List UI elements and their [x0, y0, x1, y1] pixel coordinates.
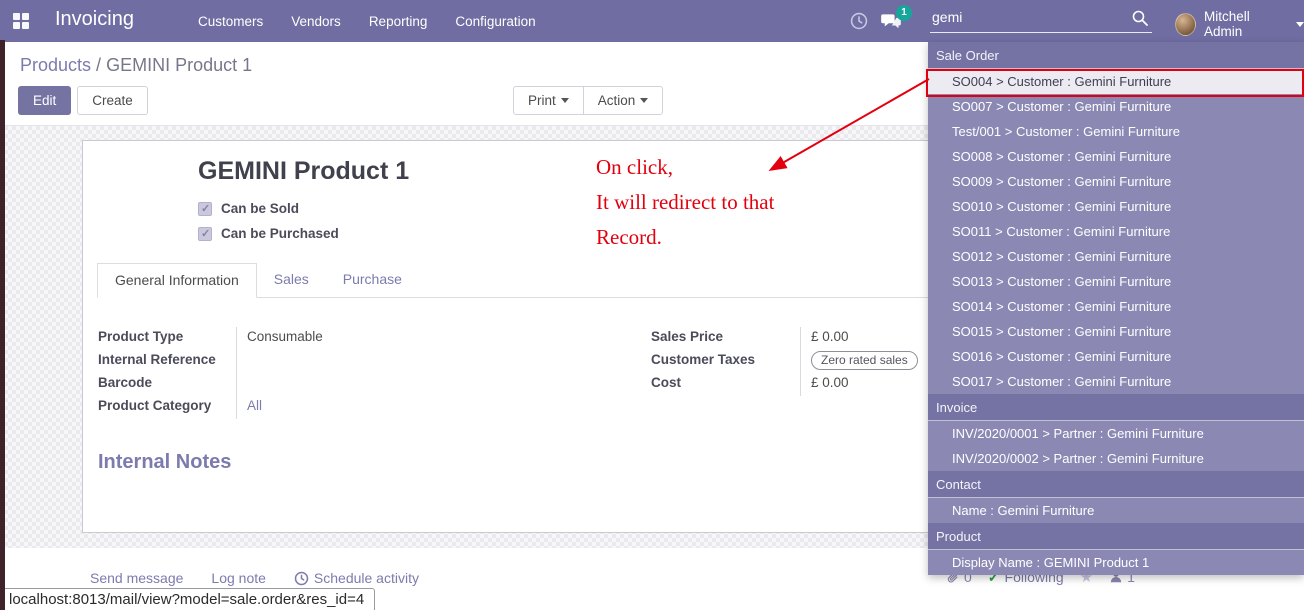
window-edge-strip: [0, 40, 5, 610]
search-result-so014[interactable]: SO014 > Customer : Gemini Furniture: [928, 294, 1304, 319]
apps-menu-icon[interactable]: [13, 13, 29, 29]
search-result-inv-2020-0001[interactable]: INV/2020/0001 > Partner : Gemini Furnitu…: [928, 421, 1304, 446]
menu-vendors[interactable]: Vendors: [289, 10, 343, 33]
search-result-so007[interactable]: SO007 > Customer : Gemini Furniture: [928, 94, 1304, 119]
breadcrumb-products-link[interactable]: Products: [20, 55, 91, 75]
search-result-so016[interactable]: SO016 > Customer : Gemini Furniture: [928, 344, 1304, 369]
chevron-down-icon: [1296, 22, 1304, 27]
field-label-sales-price: Sales Price: [651, 327, 800, 350]
status-bar-url: localhost:8013/mail/view?model=sale.orde…: [0, 588, 375, 610]
app-name[interactable]: Invoicing: [55, 8, 134, 31]
chevron-down-icon: [561, 98, 569, 103]
user-menu[interactable]: Mitchell Admin: [1175, 9, 1304, 39]
field-label-barcode: Barcode: [98, 373, 236, 396]
breadcrumb-separator: /: [91, 55, 106, 75]
navbar-menus: Customers Vendors Reporting Configuratio…: [196, 0, 538, 42]
annotation-line-2: It will redirect to that: [596, 185, 774, 220]
section-header-invoice: Invoice: [928, 394, 1304, 421]
print-action-group: Print Action: [513, 86, 663, 115]
search-result-product-gemini[interactable]: Display Name : GEMINI Product 1: [928, 550, 1304, 575]
tab-general-information[interactable]: General Information: [97, 263, 257, 298]
field-label-product-type: Product Type: [98, 327, 236, 350]
edit-button[interactable]: Edit: [18, 86, 71, 115]
print-dropdown-button[interactable]: Print: [513, 86, 584, 115]
search-icon[interactable]: [1132, 10, 1148, 31]
user-avatar: [1175, 13, 1196, 36]
activities-clock-icon[interactable]: [850, 12, 868, 35]
schedule-activity-link[interactable]: Schedule activity: [294, 570, 419, 586]
search-result-so008[interactable]: SO008 > Customer : Gemini Furniture: [928, 144, 1304, 169]
tab-purchase[interactable]: Purchase: [326, 263, 419, 297]
annotation-text: On click, It will redirect to that Recor…: [596, 150, 774, 255]
tax-badge[interactable]: Zero rated sales: [811, 351, 918, 370]
create-button[interactable]: Create: [77, 86, 148, 115]
search-results-dropdown: Sale Order SO004 > Customer : Gemini Fur…: [928, 42, 1304, 575]
field-value-product-category[interactable]: All: [236, 396, 696, 419]
annotation-line-1: On click,: [596, 150, 774, 185]
section-header-sale-order: Sale Order: [928, 42, 1304, 69]
product-title: GEMINI Product 1: [198, 157, 409, 186]
record-buttons: Edit Create: [18, 86, 148, 115]
user-name: Mitchell Admin: [1204, 9, 1283, 39]
search-result-so010[interactable]: SO010 > Customer : Gemini Furniture: [928, 194, 1304, 219]
section-header-product: Product: [928, 523, 1304, 550]
can-be-purchased-row: Can be Purchased: [198, 226, 339, 241]
send-message-link[interactable]: Send message: [90, 570, 183, 586]
log-note-link[interactable]: Log note: [211, 570, 266, 586]
menu-reporting[interactable]: Reporting: [367, 10, 430, 33]
field-value-product-type: Consumable: [236, 327, 696, 350]
messages-count-badge: 1: [896, 5, 912, 21]
breadcrumb-current: GEMINI Product 1: [106, 55, 252, 75]
search-result-so012[interactable]: SO012 > Customer : Gemini Furniture: [928, 244, 1304, 269]
invoicing-app-window: Invoicing Customers Vendors Reporting Co…: [0, 0, 1304, 610]
field-label-customer-taxes: Customer Taxes: [651, 350, 800, 373]
search-input[interactable]: [930, 4, 1120, 32]
breadcrumb: Products / GEMINI Product 1: [20, 55, 252, 76]
field-value-internal-reference: [236, 350, 696, 373]
chevron-down-icon: [640, 98, 648, 103]
search-result-so004[interactable]: SO004 > Customer : Gemini Furniture: [928, 69, 1304, 94]
messages-icon[interactable]: 1: [880, 13, 902, 35]
search-result-so013[interactable]: SO013 > Customer : Gemini Furniture: [928, 269, 1304, 294]
search-result-so009[interactable]: SO009 > Customer : Gemini Furniture: [928, 169, 1304, 194]
search-result-contact-gemini[interactable]: Name : Gemini Furniture: [928, 498, 1304, 523]
annotation-line-3: Record.: [596, 220, 774, 255]
can-be-sold-label: Can be Sold: [221, 201, 299, 216]
can-be-purchased-label: Can be Purchased: [221, 226, 339, 241]
search-result-inv-2020-0002[interactable]: INV/2020/0002 > Partner : Gemini Furnitu…: [928, 446, 1304, 471]
search-result-so015[interactable]: SO015 > Customer : Gemini Furniture: [928, 319, 1304, 344]
top-navbar: Invoicing Customers Vendors Reporting Co…: [0, 0, 1304, 42]
search-result-so017[interactable]: SO017 > Customer : Gemini Furniture: [928, 369, 1304, 394]
field-label-cost: Cost: [651, 373, 800, 396]
clock-icon: [294, 571, 309, 586]
can-be-sold-checkbox[interactable]: [198, 202, 212, 216]
field-label-internal-reference: Internal Reference: [98, 350, 236, 373]
menu-customers[interactable]: Customers: [196, 10, 265, 33]
section-header-contact: Contact: [928, 471, 1304, 498]
chatter-actions: Send message Log note Schedule activity: [90, 570, 419, 586]
tab-sales[interactable]: Sales: [257, 263, 326, 297]
can-be-sold-row: Can be Sold: [198, 201, 299, 216]
menu-configuration[interactable]: Configuration: [453, 10, 537, 33]
global-search: [930, 4, 1152, 33]
internal-notes-heading: Internal Notes: [98, 451, 231, 474]
left-field-group: Product Type Consumable Internal Referen…: [98, 327, 696, 419]
search-result-so011[interactable]: SO011 > Customer : Gemini Furniture: [928, 219, 1304, 244]
field-label-product-category: Product Category: [98, 396, 236, 419]
search-result-test001[interactable]: Test/001 > Customer : Gemini Furniture: [928, 119, 1304, 144]
can-be-purchased-checkbox[interactable]: [198, 227, 212, 241]
action-dropdown-button[interactable]: Action: [583, 86, 664, 115]
field-value-barcode: [236, 373, 696, 396]
